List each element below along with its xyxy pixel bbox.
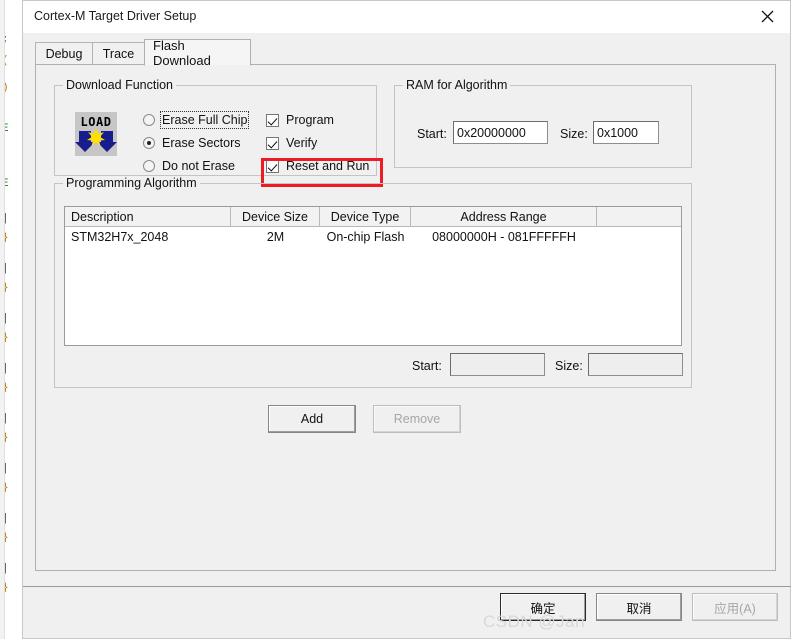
flash-download-panel: Download Function LOAD Erase Full Chip E…: [35, 64, 776, 571]
ram-size-input[interactable]: 0x1000: [593, 121, 659, 144]
programming-algorithm-group: Programming Algorithm Description Device…: [54, 176, 692, 388]
target-driver-setup-dialog: Cortex-M Target Driver Setup Debug Trace…: [22, 0, 791, 639]
checkbox-mark-reset-and-run: [266, 159, 279, 173]
tab-trace[interactable]: Trace: [92, 42, 145, 64]
radio-do-not-erase[interactable]: Do not Erase: [143, 157, 235, 175]
table-header-row: Description Device Size Device Type Addr…: [65, 207, 681, 227]
programming-algorithm-title: Programming Algorithm: [63, 176, 200, 190]
dialog-title: Cortex-M Target Driver Setup: [34, 9, 197, 23]
column-header-device-size[interactable]: Device Size: [231, 207, 320, 226]
checkbox-verify[interactable]: Verify: [266, 134, 317, 152]
ok-button[interactable]: 确定: [500, 593, 586, 621]
ram-start-input[interactable]: 0x20000000: [453, 121, 548, 144]
tab-flash-download[interactable]: Flash Download: [144, 37, 251, 68]
radio-mark-erase-full-chip: [143, 114, 155, 126]
load-icon: LOAD: [75, 112, 117, 156]
column-header-device-type[interactable]: Device Type: [320, 207, 411, 226]
svg-text:LOAD: LOAD: [81, 115, 112, 129]
checkbox-reset-and-run[interactable]: Reset and Run: [266, 157, 369, 175]
close-icon[interactable]: [744, 1, 790, 32]
download-function-title: Download Function: [63, 78, 177, 92]
checkbox-verify-label: Verify: [286, 136, 318, 150]
apply-button[interactable]: 应用(A): [692, 593, 778, 621]
editor-gutter: [0, 0, 5, 639]
code-line: |: [2, 213, 9, 225]
remove-button[interactable]: Remove: [373, 405, 461, 433]
code-line: }: [2, 482, 9, 494]
code-line: }: [2, 582, 9, 594]
column-header-description[interactable]: Description: [65, 207, 231, 226]
checkbox-mark-program: [266, 113, 279, 127]
ram-size-label: Size:: [560, 127, 588, 141]
table-row[interactable]: STM32H7x_2048 2M On-chip Flash 08000000H…: [65, 227, 681, 247]
code-line: }: [2, 282, 9, 294]
code-line: |: [2, 313, 9, 325]
algo-start-input[interactable]: [450, 353, 545, 376]
code-line: }: [2, 232, 9, 244]
code-line: |: [2, 463, 9, 475]
algo-size-label: Size:: [555, 359, 583, 373]
checkbox-program[interactable]: Program: [266, 111, 334, 129]
radio-erase-sectors-label: Erase Sectors: [162, 136, 241, 150]
dialog-titlebar: Cortex-M Target Driver Setup: [23, 1, 790, 33]
radio-do-not-erase-label: Do not Erase: [162, 159, 235, 173]
code-line: }: [2, 532, 9, 544]
code-line: |: [2, 363, 9, 375]
ram-start-label: Start:: [417, 127, 447, 141]
algo-size-input[interactable]: [588, 353, 683, 376]
background-code-editor: ; ( ) E E | } | } | } | } | } | } | } | …: [0, 0, 22, 639]
code-line: |: [2, 513, 9, 525]
cell-description: STM32H7x_2048: [71, 230, 169, 244]
tab-debug[interactable]: Debug: [35, 42, 93, 64]
cancel-button[interactable]: 取消: [596, 593, 682, 621]
tab-debug-label: Debug: [45, 46, 83, 61]
tab-trace-label: Trace: [102, 46, 135, 61]
cell-address-range: 08000000H - 081FFFFFH: [432, 230, 576, 244]
checkbox-program-label: Program: [286, 113, 334, 127]
code-line: }: [2, 382, 9, 394]
code-line: E: [2, 123, 9, 135]
code-line: }: [2, 332, 9, 344]
cell-device-type: On-chip Flash: [326, 230, 405, 244]
cell-device-size: 2M: [266, 230, 285, 244]
ram-for-algorithm-title: RAM for Algorithm: [403, 78, 511, 92]
code-line: E: [2, 178, 9, 190]
column-header-address-range[interactable]: Address Range: [411, 207, 597, 226]
algo-start-label: Start:: [412, 359, 442, 373]
add-button[interactable]: Add: [268, 405, 356, 433]
download-function-group: Download Function LOAD Erase Full Chip E…: [54, 78, 383, 187]
radio-mark-erase-sectors: [143, 137, 155, 149]
programming-algorithm-table[interactable]: Description Device Size Device Type Addr…: [64, 206, 682, 346]
radio-erase-sectors[interactable]: Erase Sectors: [143, 134, 241, 152]
checkbox-mark-verify: [266, 136, 279, 150]
code-line: (: [2, 55, 9, 67]
code-line: }: [2, 432, 9, 444]
code-line: |: [2, 263, 9, 275]
tab-flash-download-label: Flash Download: [153, 37, 211, 68]
code-line: |: [2, 563, 9, 575]
radio-erase-full-chip-label: Erase Full Chip: [159, 111, 250, 129]
radio-erase-full-chip[interactable]: Erase Full Chip: [143, 111, 250, 129]
column-header-spacer[interactable]: [597, 207, 681, 226]
checkbox-reset-and-run-label: Reset and Run: [286, 159, 370, 173]
code-line: ;: [2, 34, 9, 46]
code-line: |: [2, 413, 9, 425]
code-line: ): [2, 82, 9, 94]
footer-separator: [23, 586, 791, 587]
ram-for-algorithm-group: RAM for Algorithm Start: 0x20000000 Size…: [394, 78, 692, 168]
cell-spacer: [597, 227, 681, 247]
radio-mark-do-not-erase: [143, 160, 155, 172]
